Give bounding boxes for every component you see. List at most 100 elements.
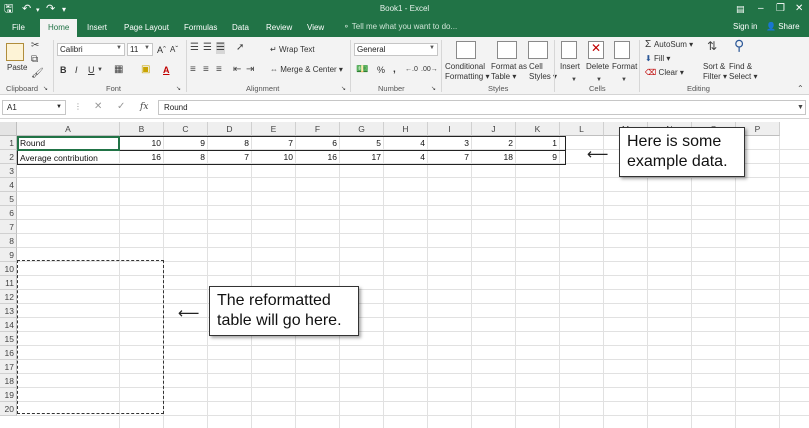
conditional-formatting-icon[interactable]: [456, 41, 476, 59]
close-icon[interactable]: ✕: [795, 2, 803, 16]
font-launcher-icon[interactable]: ↘: [176, 83, 181, 95]
top-align-icon[interactable]: ☰: [190, 42, 199, 54]
column-header-a[interactable]: A: [17, 122, 120, 136]
column-header-k[interactable]: K: [516, 122, 560, 136]
borders-icon[interactable]: ▦: [114, 64, 123, 76]
font-size-select[interactable]: 11 ▼: [127, 43, 153, 56]
column-header-e[interactable]: E: [252, 122, 296, 136]
fill-button[interactable]: ⬇ Fill ▾: [645, 54, 670, 64]
row-header-8[interactable]: 8: [0, 234, 17, 248]
row-header-17[interactable]: 17: [0, 360, 17, 374]
row-header-1[interactable]: 1: [0, 136, 17, 150]
chevron-down-icon[interactable]: ▼: [621, 74, 627, 86]
conditional-formatting-button[interactable]: Conditional Formatting ▾: [445, 62, 489, 82]
insert-cells-icon[interactable]: [561, 41, 577, 59]
fill-color-icon[interactable]: ▣: [141, 64, 150, 76]
decrease-decimal-icon[interactable]: .00→: [421, 65, 438, 75]
underline-button[interactable]: U: [88, 65, 95, 75]
align-left-icon[interactable]: ≡: [190, 64, 196, 76]
chevron-down-icon[interactable]: ▼: [571, 74, 577, 86]
row-header-6[interactable]: 6: [0, 206, 17, 220]
number-launcher-icon[interactable]: ↘: [431, 83, 436, 95]
cell-styles-button[interactable]: Cell Styles ▾: [529, 62, 557, 82]
column-header-c[interactable]: C: [164, 122, 208, 136]
align-center-icon[interactable]: ≡: [203, 64, 209, 76]
tab-home[interactable]: Home: [40, 19, 78, 37]
clipboard-launcher-icon[interactable]: ↘: [43, 83, 48, 95]
row-header-19[interactable]: 19: [0, 388, 17, 402]
row-header-11[interactable]: 11: [0, 276, 17, 290]
row-header-15[interactable]: 15: [0, 332, 17, 346]
formula-input[interactable]: Round: [158, 100, 806, 115]
insert-function-icon[interactable]: fx: [140, 101, 148, 113]
sort-filter-button[interactable]: Sort & Filter ▾: [703, 62, 727, 82]
collapse-ribbon-icon[interactable]: ⌃: [797, 83, 804, 95]
tab-formulas[interactable]: Formulas: [184, 22, 217, 34]
enter-check-icon[interactable]: ✓: [117, 101, 125, 113]
tab-file[interactable]: File: [12, 22, 25, 34]
column-header-i[interactable]: I: [428, 122, 472, 136]
row-header-20[interactable]: 20: [0, 402, 17, 416]
increase-decimal-icon[interactable]: ←.0: [405, 65, 418, 75]
column-header-f[interactable]: F: [296, 122, 340, 136]
row-header-10[interactable]: 10: [0, 262, 17, 276]
column-header-g[interactable]: G: [340, 122, 384, 136]
name-box[interactable]: A1 ▼: [2, 100, 66, 115]
row-header-18[interactable]: 18: [0, 374, 17, 388]
format-as-table-icon[interactable]: [497, 41, 517, 59]
find-search-icon[interactable]: ⚲: [734, 38, 744, 52]
sort-filter-icon[interactable]: ⇅: [707, 40, 717, 52]
font-color-icon[interactable]: A: [163, 65, 170, 75]
column-header-j[interactable]: J: [472, 122, 516, 136]
column-header-d[interactable]: D: [208, 122, 252, 136]
row-header-2[interactable]: 2: [0, 150, 17, 164]
orientation-icon[interactable]: ➚: [236, 42, 244, 54]
row-header-12[interactable]: 12: [0, 290, 17, 304]
middle-align-icon[interactable]: ☰: [203, 42, 212, 54]
format-painter-icon[interactable]: 🖌: [31, 68, 44, 80]
share-button[interactable]: 👤 Share: [766, 22, 800, 31]
merge-center-button[interactable]: ⇔ Merge & Center ▾: [270, 65, 343, 75]
tab-data[interactable]: Data: [232, 22, 249, 34]
number-format-select[interactable]: General ▼: [354, 43, 438, 56]
column-header-h[interactable]: H: [384, 122, 428, 136]
tab-insert[interactable]: Insert: [87, 22, 107, 34]
format-as-table-button[interactable]: Format as Table ▾: [491, 62, 527, 82]
row-header-13[interactable]: 13: [0, 304, 17, 318]
insert-button[interactable]: Insert: [560, 62, 580, 72]
row-header-4[interactable]: 4: [0, 178, 17, 192]
font-name-select[interactable]: Calibri ▼: [57, 43, 125, 56]
align-right-icon[interactable]: ≡: [216, 64, 222, 76]
format-cells-icon[interactable]: [614, 41, 630, 59]
row-header-16[interactable]: 16: [0, 346, 17, 360]
tab-page-layout[interactable]: Page Layout: [124, 22, 169, 34]
percent-button[interactable]: %: [377, 65, 385, 75]
comma-button[interactable]: ,: [393, 65, 396, 75]
restore-icon[interactable]: ❐: [776, 2, 785, 16]
minimize-icon[interactable]: –: [758, 2, 764, 16]
row-header-3[interactable]: 3: [0, 164, 17, 178]
tab-view[interactable]: View: [307, 22, 324, 34]
select-all-corner[interactable]: [0, 122, 17, 136]
accounting-format-icon[interactable]: 💵: [356, 64, 368, 76]
format-button[interactable]: Format: [612, 62, 637, 72]
bottom-align-icon[interactable]: ☰: [216, 42, 225, 54]
bold-button[interactable]: B: [60, 65, 67, 75]
row-header-7[interactable]: 7: [0, 220, 17, 234]
paste-icon[interactable]: [6, 43, 24, 61]
alignment-launcher-icon[interactable]: ↘: [341, 83, 346, 95]
sign-in-link[interactable]: Sign in: [733, 22, 757, 31]
spreadsheet-grid[interactable]: ABCDEFGHIJKLMNOP123456789101112131415161…: [0, 122, 809, 428]
delete-button[interactable]: Delete: [586, 62, 609, 72]
row-header-9[interactable]: 9: [0, 248, 17, 262]
paste-button[interactable]: Paste: [7, 63, 27, 73]
increase-font-icon[interactable]: Aˆ: [157, 45, 166, 55]
cell-styles-icon[interactable]: [528, 41, 548, 59]
italic-button[interactable]: I: [75, 65, 78, 75]
chevron-down-icon[interactable]: ▼: [97, 64, 103, 76]
decrease-font-icon[interactable]: Aˇ: [170, 45, 178, 55]
tab-review[interactable]: Review: [266, 22, 292, 34]
autosum-button[interactable]: Σ AutoSum ▾: [645, 40, 693, 50]
column-header-l[interactable]: L: [560, 122, 604, 136]
find-select-button[interactable]: Find & Select ▾: [729, 62, 757, 82]
